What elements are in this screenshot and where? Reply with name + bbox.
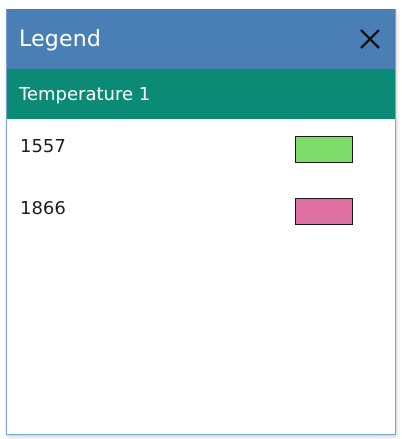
close-icon xyxy=(360,29,380,49)
legend-item: 1557 xyxy=(7,135,395,197)
group-header: Temperature 1 xyxy=(7,69,395,119)
legend-item: 1866 xyxy=(7,197,395,259)
title-bar: Legend xyxy=(7,9,395,69)
color-swatch[interactable] xyxy=(295,136,353,163)
color-swatch[interactable] xyxy=(295,198,353,225)
close-button[interactable] xyxy=(355,24,385,54)
legend-item-label: 1557 xyxy=(20,136,66,157)
group-label: Temperature 1 xyxy=(19,83,151,105)
window-title: Legend xyxy=(19,26,102,52)
legend-list: 1557 1866 xyxy=(7,119,395,259)
legend-window: Legend Temperature 1 1557 1866 xyxy=(6,9,396,435)
legend-item-label: 1866 xyxy=(20,198,66,219)
